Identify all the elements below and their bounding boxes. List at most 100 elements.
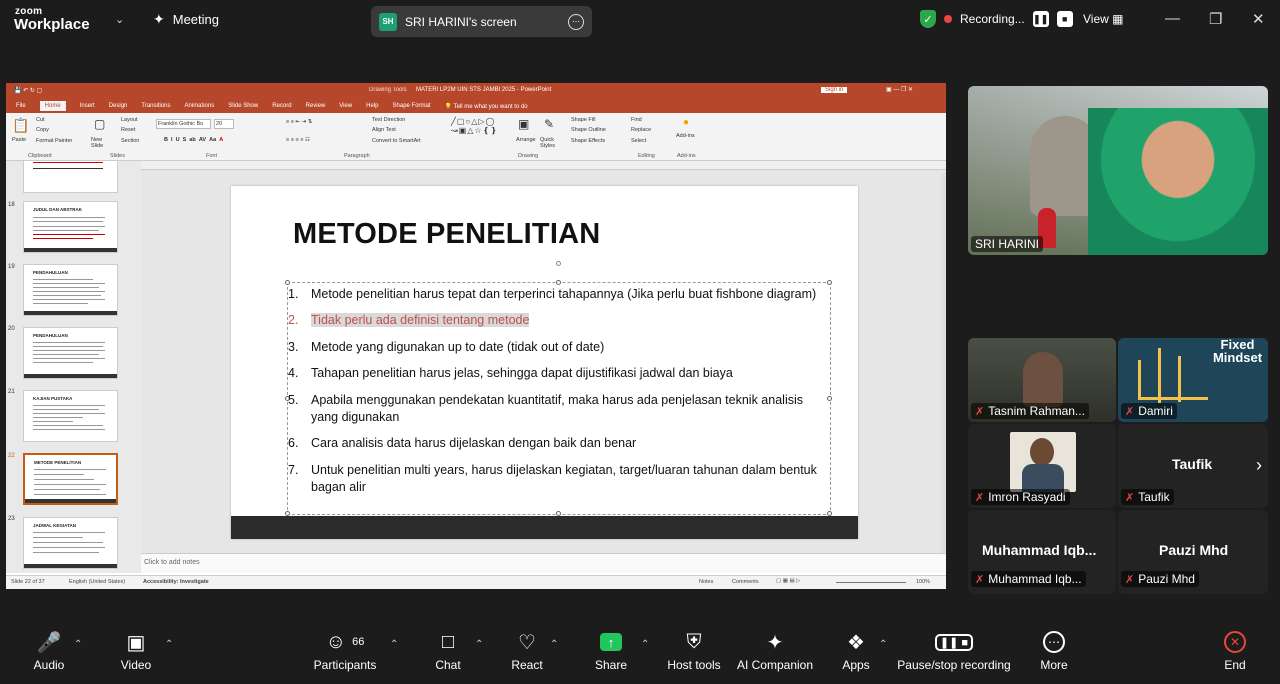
menu-view[interactable]: View <box>339 103 352 109</box>
new-slide-button[interactable]: New Slide <box>91 137 111 149</box>
language-status[interactable]: English (United States) <box>69 579 125 585</box>
add-ins-button[interactable]: Add-ins <box>676 133 695 139</box>
video-tile-damiri[interactable]: Fixed Mindset ✗ Damiri <box>1118 338 1268 422</box>
video-tile-presenter[interactable]: SRI HARINI <box>968 86 1268 255</box>
resize-handle[interactable] <box>827 396 832 401</box>
layout-button[interactable]: Layout <box>121 117 138 123</box>
slide-thumb-21[interactable]: KAJIAN PUSTAKA <box>23 390 118 442</box>
video-tile-imron[interactable]: ✗ Imron Rasyadi <box>968 424 1116 508</box>
video-tile-tasnim[interactable]: ✗ Tasnim Rahman... <box>968 338 1116 422</box>
shield-icon[interactable]: ✓ <box>920 10 936 28</box>
font-style-buttons[interactable]: B I U S ab AV Aa A <box>164 137 223 143</box>
shapes-gallery[interactable]: ╱▢○△▷◯ ↝▣△☆❴❵ <box>451 117 498 135</box>
font-size-field[interactable]: 20 <box>214 119 234 129</box>
cut-button[interactable]: Cut <box>36 117 45 123</box>
shape-fill-button[interactable]: Shape Fill <box>571 117 595 123</box>
rotate-handle-icon[interactable] <box>556 261 561 266</box>
menu-transitions[interactable]: Transitions <box>141 103 170 109</box>
smartart-button[interactable]: Convert to SmartArt <box>372 138 421 144</box>
sign-in-button[interactable]: Sign in <box>821 87 848 93</box>
audio-button[interactable]: 🎤 Audio ⌃ <box>4 626 94 684</box>
comments-toggle[interactable]: Comments <box>732 579 759 585</box>
menu-animations[interactable]: Animations <box>185 103 215 109</box>
more-button[interactable]: ⋯ More <box>1009 626 1099 684</box>
chevron-up-icon[interactable]: ⌃ <box>165 639 173 650</box>
notes-toggle[interactable]: Notes <box>699 579 713 585</box>
menu-shape-format[interactable]: Shape Format <box>393 103 431 109</box>
copy-button[interactable]: Copy <box>36 127 49 133</box>
close-icon[interactable]: ✕ <box>1252 10 1265 28</box>
menu-help[interactable]: Help <box>366 103 378 109</box>
video-button[interactable]: ▣ Video ⌃ <box>91 626 181 684</box>
accessibility-status[interactable]: Accessibility: Investigate <box>143 579 209 585</box>
notes-pane[interactable]: Click to add notes <box>141 553 946 573</box>
meeting-button[interactable]: ✦ Meeting <box>153 11 219 28</box>
menu-review[interactable]: Review <box>306 103 326 109</box>
more-options-icon[interactable]: ⋯ <box>568 13 584 30</box>
video-tile-taufik[interactable]: Taufik ✗ Taufik <box>1118 424 1268 508</box>
text-direction-button[interactable]: Text Direction <box>372 117 405 123</box>
chevron-up-icon[interactable]: ⌃ <box>879 639 887 650</box>
slide-thumb-17[interactable] <box>23 161 118 193</box>
slide[interactable]: METODE PENELITIAN 1. Metode penelitian ha… <box>231 186 858 539</box>
select-button[interactable]: Select <box>631 138 646 144</box>
paste-icon[interactable]: 📋 <box>12 117 29 134</box>
list-buttons[interactable]: ≡ ≡ ⇤ ⇥ ⇅ <box>286 119 312 125</box>
reset-button[interactable]: Reset <box>121 127 135 133</box>
restore-icon[interactable]: ❐ <box>1209 10 1222 28</box>
shape-outline-button[interactable]: Shape Outline <box>571 127 606 133</box>
shared-screen-pill[interactable]: SH SRI HARINI's screen ⋯ <box>371 6 592 37</box>
replace-button[interactable]: Replace <box>631 127 651 133</box>
font-name-field[interactable]: Franklin Gothic Bo <box>156 119 211 129</box>
menu-file[interactable]: File <box>16 103 26 109</box>
minimize-icon[interactable]: — <box>1165 10 1180 27</box>
end-button[interactable]: ✕ End <box>1190 626 1280 684</box>
shape-effects-button[interactable]: Shape Effects <box>571 138 605 144</box>
slide-thumbnails[interactable]: 18 JUDUL DAN ABSTRAK 19 PENDAHULUAN 20 P… <box>6 161 141 573</box>
ppt-window-controls[interactable]: ▣ — ❐ ✕ <box>886 86 913 93</box>
menu-home[interactable]: Home <box>39 101 66 111</box>
share-button[interactable]: ↑ Share ⌃ <box>566 626 656 684</box>
chat-button[interactable]: □ Chat ⌃ <box>403 626 493 684</box>
align-buttons[interactable]: ≡ ≡ ≡ ≡ ☷ <box>286 137 310 143</box>
slide-thumb-19[interactable]: PENDAHULUAN <box>23 264 118 316</box>
add-ins-icon[interactable]: ● <box>683 117 689 128</box>
menu-slideshow[interactable]: Slide Show <box>228 103 258 109</box>
slide-thumb-18[interactable]: JUDUL DAN ABSTRAK <box>23 201 118 253</box>
find-button[interactable]: Find <box>631 117 642 123</box>
slide-thumb-23[interactable]: JADWAL KEGIATAN <box>23 517 118 569</box>
menu-insert[interactable]: Insert <box>80 103 95 109</box>
apps-button[interactable]: ❖ Apps ⌃ <box>811 626 901 684</box>
chevron-up-icon[interactable]: ⌃ <box>390 639 398 650</box>
quick-styles-icon[interactable]: ✎ <box>544 117 554 131</box>
new-slide-icon[interactable]: ▢ <box>94 117 105 131</box>
view-mode-icons[interactable]: ▢ ▦ ▤ ▷ <box>776 578 800 584</box>
react-button[interactable]: ♡ React ⌃ <box>482 626 572 684</box>
video-tile-pauzi[interactable]: Pauzi Mhd ✗ Pauzi Mhd <box>1118 510 1268 594</box>
pause-stop-recording-button[interactable]: ❚❚ ■ Pause/stop recording <box>894 626 1014 684</box>
section-button[interactable]: Section <box>121 138 139 144</box>
host-tools-button[interactable]: ⛨ Host tools <box>649 626 739 684</box>
view-button[interactable]: View ▦ <box>1083 12 1123 26</box>
arrange-button[interactable]: Arrange <box>516 137 536 143</box>
quick-access-icons[interactable]: 💾 ↶ ↻ ▢ <box>14 87 42 94</box>
arrange-icon[interactable]: ▣ <box>518 117 529 131</box>
paste-button[interactable]: Paste <box>12 137 26 143</box>
ai-companion-button[interactable]: ✦ AI Companion <box>730 626 820 684</box>
menu-design[interactable]: Design <box>109 103 128 109</box>
participants-button[interactable]: ☺ 66 Participants ⌃ <box>300 626 399 684</box>
resize-handle[interactable] <box>285 280 290 285</box>
chevron-up-icon[interactable]: ⌃ <box>550 639 558 650</box>
zoom-slider[interactable] <box>836 582 906 583</box>
resize-handle[interactable] <box>556 280 561 285</box>
format-painter-button[interactable]: Format Painter <box>36 138 72 144</box>
align-text-button[interactable]: Align Text <box>372 127 396 133</box>
vertical-scrollbar[interactable] <box>941 173 946 553</box>
slide-thumb-20[interactable]: PENDAHULUAN <box>23 327 118 379</box>
slide-title[interactable]: METODE PENELITIAN <box>293 218 600 251</box>
pause-recording-button[interactable]: ❚❚ <box>1032 11 1049 27</box>
chevron-down-icon[interactable]: ⌄ <box>115 13 124 26</box>
quick-styles-button[interactable]: Quick Styles <box>540 137 564 149</box>
stop-recording-button[interactable]: ■ <box>1056 11 1073 27</box>
menu-record[interactable]: Record <box>272 103 291 109</box>
